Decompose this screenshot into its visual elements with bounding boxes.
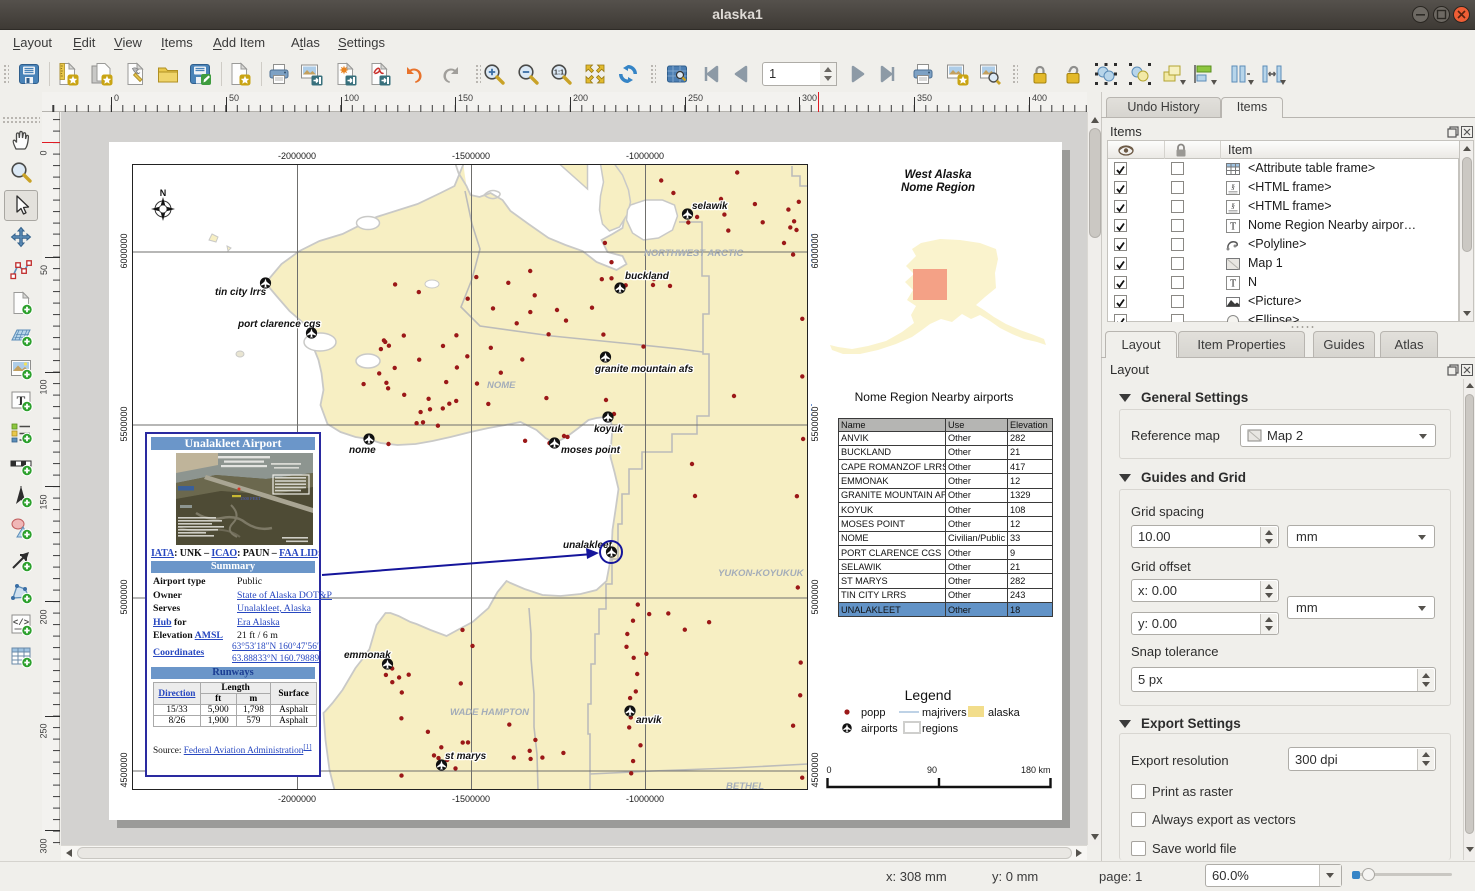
- svg-text:WADE HAMPTON: WADE HAMPTON: [450, 707, 530, 718]
- svg-text:selawik: selawik: [692, 201, 728, 212]
- svg-text:st marys: st marys: [445, 751, 487, 762]
- svg-text:T: T: [1230, 222, 1236, 233]
- svg-text:alaska: alaska: [988, 707, 1021, 719]
- svg-text:§: §: [1231, 202, 1235, 210]
- svg-text:nome: nome: [349, 445, 376, 456]
- svg-text:BETHEL: BETHEL: [726, 781, 764, 790]
- svg-text:unalakleet: unalakleet: [563, 540, 613, 551]
- svg-text:buckland: buckland: [625, 271, 670, 282]
- svg-text:majrivers: majrivers: [922, 707, 967, 719]
- svg-text:granite mountain afs: granite mountain afs: [594, 364, 694, 375]
- svg-text:§: §: [1231, 183, 1235, 191]
- svg-text:YUKON-KOYUKUK: YUKON-KOYUKUK: [718, 568, 805, 579]
- svg-text:koyuk: koyuk: [594, 424, 623, 435]
- svg-text:moses point: moses point: [561, 445, 621, 456]
- svg-text:1500 FEET: 1500 FEET: [240, 496, 261, 501]
- svg-text:N: N: [159, 188, 166, 198]
- svg-text:NOME: NOME: [487, 380, 516, 391]
- svg-text:anvik: anvik: [636, 715, 662, 726]
- svg-text:emmonak: emmonak: [344, 650, 391, 661]
- svg-text:NORTHWEST ARCTIC: NORTHWEST ARCTIC: [644, 248, 743, 259]
- svg-text:tin city lrrs: tin city lrrs: [215, 287, 267, 298]
- svg-text:regions: regions: [922, 723, 959, 735]
- svg-text:airports: airports: [861, 723, 898, 735]
- svg-text:T: T: [1230, 279, 1236, 290]
- svg-text:popp: popp: [861, 707, 885, 719]
